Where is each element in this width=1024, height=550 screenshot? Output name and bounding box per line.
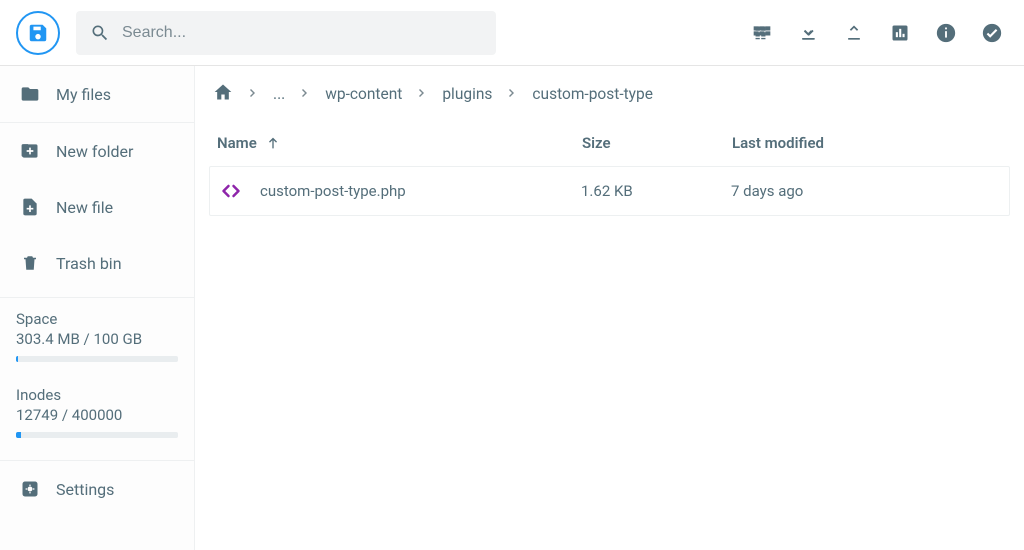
sidebar: My files New folder New file Trash bin S… — [0, 66, 195, 550]
file-plus-icon — [20, 197, 40, 217]
stats-icon — [890, 23, 910, 43]
storage-space-bar — [16, 356, 178, 362]
trash-icon — [20, 253, 40, 273]
chevron-right-icon — [247, 85, 259, 103]
arrow-up-icon — [265, 135, 281, 151]
table-header-row: Name Size Last modified — [209, 120, 1010, 166]
file-name: custom-post-type.php — [260, 182, 406, 200]
select-all-button[interactable] — [980, 21, 1004, 45]
sidebar-item-label: New file — [56, 198, 113, 217]
upload-button[interactable] — [842, 21, 866, 45]
topbar — [0, 0, 1024, 66]
download-icon — [798, 23, 818, 43]
code-file-icon — [218, 181, 244, 201]
breadcrumb-home[interactable] — [213, 82, 233, 106]
chevron-right-icon — [299, 85, 311, 103]
search-input[interactable] — [122, 24, 482, 42]
storage-inodes-value: 12749 / 400000 — [16, 406, 178, 424]
check-circle-icon — [981, 22, 1003, 44]
sidebar-item-my-files[interactable]: My files — [0, 66, 194, 123]
sidebar-item-new-file[interactable]: New file — [0, 179, 194, 235]
main-content: ... wp-content plugins custom-post-type … — [195, 66, 1024, 550]
search-field[interactable] — [76, 11, 496, 55]
sidebar-item-new-folder[interactable]: New folder — [0, 123, 194, 179]
sidebar-item-settings[interactable]: Settings — [0, 460, 194, 517]
breadcrumb-part[interactable]: wp-content — [325, 85, 402, 103]
storage-space-label: Space — [16, 310, 178, 328]
file-modified: 7 days ago — [731, 182, 1001, 200]
column-header-name[interactable]: Name — [217, 134, 582, 152]
sidebar-item-label: New folder — [56, 142, 133, 161]
app-logo[interactable] — [16, 11, 60, 55]
table-row[interactable]: custom-post-type.php 1.62 KB 7 days ago — [209, 166, 1010, 216]
column-header-modified[interactable]: Last modified — [732, 134, 1002, 152]
folder-icon — [20, 84, 40, 104]
column-header-size[interactable]: Size — [582, 134, 732, 152]
stats-button[interactable] — [888, 21, 912, 45]
chevron-right-icon — [416, 85, 428, 103]
file-size: 1.62 KB — [581, 182, 731, 200]
chevron-right-icon — [506, 85, 518, 103]
breadcrumb: ... wp-content plugins custom-post-type — [209, 66, 1010, 120]
sidebar-item-label: Settings — [56, 480, 114, 499]
storage-inodes-label: Inodes — [16, 386, 178, 404]
download-button[interactable] — [796, 21, 820, 45]
home-icon — [213, 82, 233, 102]
column-header-name-label: Name — [217, 134, 257, 152]
sidebar-item-trash[interactable]: Trash bin — [0, 235, 194, 291]
search-icon — [90, 23, 110, 43]
storage-inodes-block: Inodes 12749 / 400000 — [0, 380, 194, 450]
save-disk-icon — [27, 22, 49, 44]
sidebar-item-label: My files — [56, 85, 111, 104]
sidebar-item-label: Trash bin — [56, 254, 122, 273]
grid-icon — [752, 23, 772, 43]
gear-icon — [20, 479, 40, 499]
file-table: Name Size Last modified custom-post-type… — [209, 120, 1010, 216]
storage-inodes-bar — [16, 432, 178, 438]
upload-icon — [844, 23, 864, 43]
breadcrumb-ellipsis[interactable]: ... — [273, 85, 285, 103]
folder-plus-icon — [20, 141, 40, 161]
breadcrumb-part[interactable]: plugins — [442, 85, 492, 103]
storage-space-block: Space 303.4 MB / 100 GB — [0, 297, 194, 374]
breadcrumb-current: custom-post-type — [532, 85, 653, 103]
info-icon — [935, 22, 957, 44]
grid-view-button[interactable] — [750, 21, 774, 45]
topbar-actions — [750, 21, 1008, 45]
info-button[interactable] — [934, 21, 958, 45]
storage-space-value: 303.4 MB / 100 GB — [16, 330, 178, 348]
